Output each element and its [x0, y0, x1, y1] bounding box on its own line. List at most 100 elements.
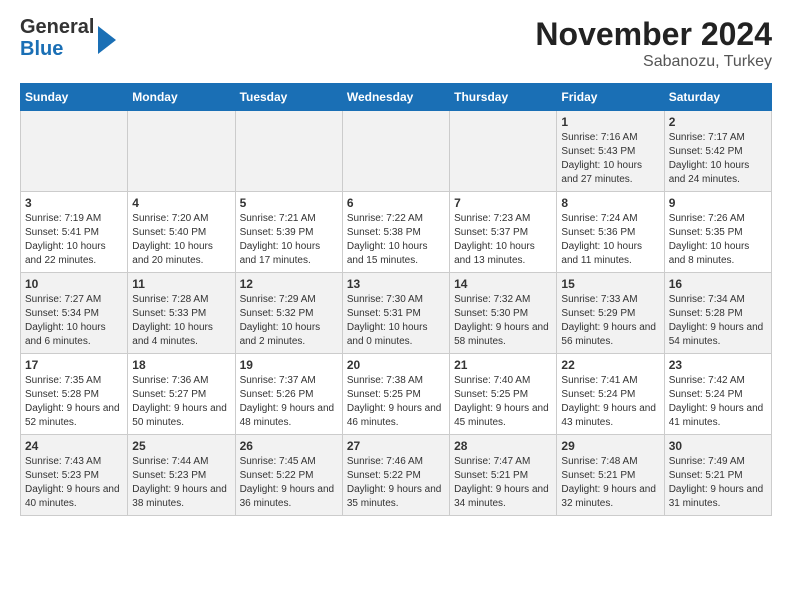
day-info: Sunrise: 7:32 AMSunset: 5:30 PMDaylight:… — [454, 293, 552, 349]
table-row: 28 Sunrise: 7:47 AMSunset: 5:21 PMDayligh… — [450, 435, 557, 516]
calendar-subtitle: Sabanozu, Turkey — [535, 53, 772, 71]
table-row: 18Sunrise: 7:36 AMSunset: 5:27 PMDayligh… — [128, 354, 235, 435]
header: General Blue November 2024 Sabanozu, Tur… — [20, 16, 772, 71]
table-row: 16 Sunrise: 7:34 AMSunset: 5:28 PMDayligh… — [664, 273, 771, 354]
day-info: Sunrise: 7:47 AMSunset: 5:21 PMDaylight:… — [454, 455, 552, 511]
day-number: 29 — [561, 439, 659, 453]
day-info: Sunrise: 7:22 AMSunset: 5:38 PMDaylight:… — [347, 212, 445, 268]
day-info: Sunrise: 7:29 AMSunset: 5:32 PMDaylight:… — [240, 293, 338, 349]
table-row — [450, 111, 557, 192]
col-monday: Monday — [128, 84, 235, 111]
table-row — [235, 111, 342, 192]
day-number: 6 — [347, 196, 445, 210]
day-info: Sunrise: 7:46 AMSunset: 5:22 PMDaylight:… — [347, 455, 445, 511]
day-info: Sunrise: 7:49 AMSunset: 5:21 PMDaylight:… — [669, 455, 767, 511]
col-wednesday: Wednesday — [342, 84, 449, 111]
day-number: 20 — [347, 358, 445, 372]
logo-general: General — [20, 16, 94, 38]
calendar-week-2: 10Sunrise: 7:27 AMSunset: 5:34 PMDayligh… — [21, 273, 772, 354]
day-number: 19 — [240, 358, 338, 372]
day-info: Sunrise: 7:20 AMSunset: 5:40 PMDaylight:… — [132, 212, 230, 268]
day-info: Sunrise: 7:33 AMSunset: 5:29 PMDaylight:… — [561, 293, 659, 349]
table-row: 30 Sunrise: 7:49 AMSunset: 5:21 PMDayligh… — [664, 435, 771, 516]
table-row: 6 Sunrise: 7:22 AMSunset: 5:38 PMDaylight… — [342, 192, 449, 273]
header-row: Sunday Monday Tuesday Wednesday Thursday… — [21, 84, 772, 111]
table-row: 5Sunrise: 7:21 AMSunset: 5:39 PMDaylight… — [235, 192, 342, 273]
table-row: 13Sunrise: 7:30 AMSunset: 5:31 PMDayligh… — [342, 273, 449, 354]
day-info: Sunrise: 7:41 AMSunset: 5:24 PMDaylight:… — [561, 374, 659, 430]
day-number: 13 — [347, 277, 445, 291]
day-number: 9 — [669, 196, 767, 210]
calendar-week-3: 17 Sunrise: 7:35 AMSunset: 5:28 PMDayligh… — [21, 354, 772, 435]
logo: General Blue — [20, 16, 116, 60]
col-saturday: Saturday — [664, 84, 771, 111]
day-number: 28 — [454, 439, 552, 453]
table-row: 11 Sunrise: 7:28 AMSunset: 5:33 PMDayligh… — [128, 273, 235, 354]
day-number: 14 — [454, 277, 552, 291]
day-number: 8 — [561, 196, 659, 210]
table-row: 23 Sunrise: 7:42 AMSunset: 5:24 PMDayligh… — [664, 354, 771, 435]
day-info: Sunrise: 7:43 AMSunset: 5:23 PMDaylight:… — [25, 455, 123, 511]
calendar-week-0: 1 Sunrise: 7:16 AMSunset: 5:43 PMDaylight… — [21, 111, 772, 192]
day-number: 16 — [669, 277, 767, 291]
table-row: 8 Sunrise: 7:24 AMSunset: 5:36 PMDaylight… — [557, 192, 664, 273]
calendar-table: Sunday Monday Tuesday Wednesday Thursday… — [20, 83, 772, 516]
day-info: Sunrise: 7:16 AMSunset: 5:43 PMDaylight:… — [561, 131, 659, 187]
day-info: Sunrise: 7:19 AMSunset: 5:41 PMDaylight:… — [25, 212, 123, 268]
day-number: 7 — [454, 196, 552, 210]
day-number: 2 — [669, 115, 767, 129]
day-info: Sunrise: 7:27 AMSunset: 5:34 PMDaylight:… — [25, 293, 123, 349]
day-info: Sunrise: 7:21 AMSunset: 5:39 PMDaylight:… — [240, 212, 338, 268]
day-number: 11 — [132, 277, 230, 291]
table-row: 24 Sunrise: 7:43 AMSunset: 5:23 PMDayligh… — [21, 435, 128, 516]
table-row: 29 Sunrise: 7:48 AMSunset: 5:21 PMDayligh… — [557, 435, 664, 516]
day-info: Sunrise: 7:17 AMSunset: 5:42 PMDaylight:… — [669, 131, 767, 187]
day-number: 15 — [561, 277, 659, 291]
day-number: 3 — [25, 196, 123, 210]
table-row: 21Sunrise: 7:40 AMSunset: 5:25 PMDayligh… — [450, 354, 557, 435]
table-row: 27 Sunrise: 7:46 AMSunset: 5:22 PMDayligh… — [342, 435, 449, 516]
table-row: 12 Sunrise: 7:29 AMSunset: 5:32 PMDayligh… — [235, 273, 342, 354]
table-row: 9Sunrise: 7:26 AMSunset: 5:35 PMDaylight… — [664, 192, 771, 273]
day-number: 17 — [25, 358, 123, 372]
table-row: 10Sunrise: 7:27 AMSunset: 5:34 PMDayligh… — [21, 273, 128, 354]
title-block: November 2024 Sabanozu, Turkey — [535, 16, 772, 71]
calendar-title: November 2024 — [535, 16, 772, 53]
day-number: 4 — [132, 196, 230, 210]
day-info: Sunrise: 7:23 AMSunset: 5:37 PMDaylight:… — [454, 212, 552, 268]
logo-blue: Blue — [20, 38, 94, 60]
day-info: Sunrise: 7:48 AMSunset: 5:21 PMDaylight:… — [561, 455, 659, 511]
table-row — [342, 111, 449, 192]
day-info: Sunrise: 7:37 AMSunset: 5:26 PMDaylight:… — [240, 374, 338, 430]
day-number: 26 — [240, 439, 338, 453]
day-info: Sunrise: 7:34 AMSunset: 5:28 PMDaylight:… — [669, 293, 767, 349]
day-number: 24 — [25, 439, 123, 453]
table-row — [128, 111, 235, 192]
day-info: Sunrise: 7:38 AMSunset: 5:25 PMDaylight:… — [347, 374, 445, 430]
col-thursday: Thursday — [450, 84, 557, 111]
col-tuesday: Tuesday — [235, 84, 342, 111]
table-row: 1 Sunrise: 7:16 AMSunset: 5:43 PMDaylight… — [557, 111, 664, 192]
day-number: 25 — [132, 439, 230, 453]
col-sunday: Sunday — [21, 84, 128, 111]
col-friday: Friday — [557, 84, 664, 111]
day-number: 27 — [347, 439, 445, 453]
day-number: 18 — [132, 358, 230, 372]
day-number: 23 — [669, 358, 767, 372]
day-info: Sunrise: 7:28 AMSunset: 5:33 PMDaylight:… — [132, 293, 230, 349]
table-row: 14 Sunrise: 7:32 AMSunset: 5:30 PMDayligh… — [450, 273, 557, 354]
day-number: 12 — [240, 277, 338, 291]
day-number: 30 — [669, 439, 767, 453]
day-number: 1 — [561, 115, 659, 129]
day-info: Sunrise: 7:42 AMSunset: 5:24 PMDaylight:… — [669, 374, 767, 430]
day-info: Sunrise: 7:24 AMSunset: 5:36 PMDaylight:… — [561, 212, 659, 268]
page: General Blue November 2024 Sabanozu, Tur… — [0, 0, 792, 532]
day-info: Sunrise: 7:35 AMSunset: 5:28 PMDaylight:… — [25, 374, 123, 430]
table-row — [21, 111, 128, 192]
table-row: 25Sunrise: 7:44 AMSunset: 5:23 PMDayligh… — [128, 435, 235, 516]
table-row: 4 Sunrise: 7:20 AMSunset: 5:40 PMDaylight… — [128, 192, 235, 273]
day-number: 21 — [454, 358, 552, 372]
table-row: 22Sunrise: 7:41 AMSunset: 5:24 PMDayligh… — [557, 354, 664, 435]
calendar-week-1: 3 Sunrise: 7:19 AMSunset: 5:41 PMDaylight… — [21, 192, 772, 273]
table-row: 2 Sunrise: 7:17 AMSunset: 5:42 PMDaylight… — [664, 111, 771, 192]
